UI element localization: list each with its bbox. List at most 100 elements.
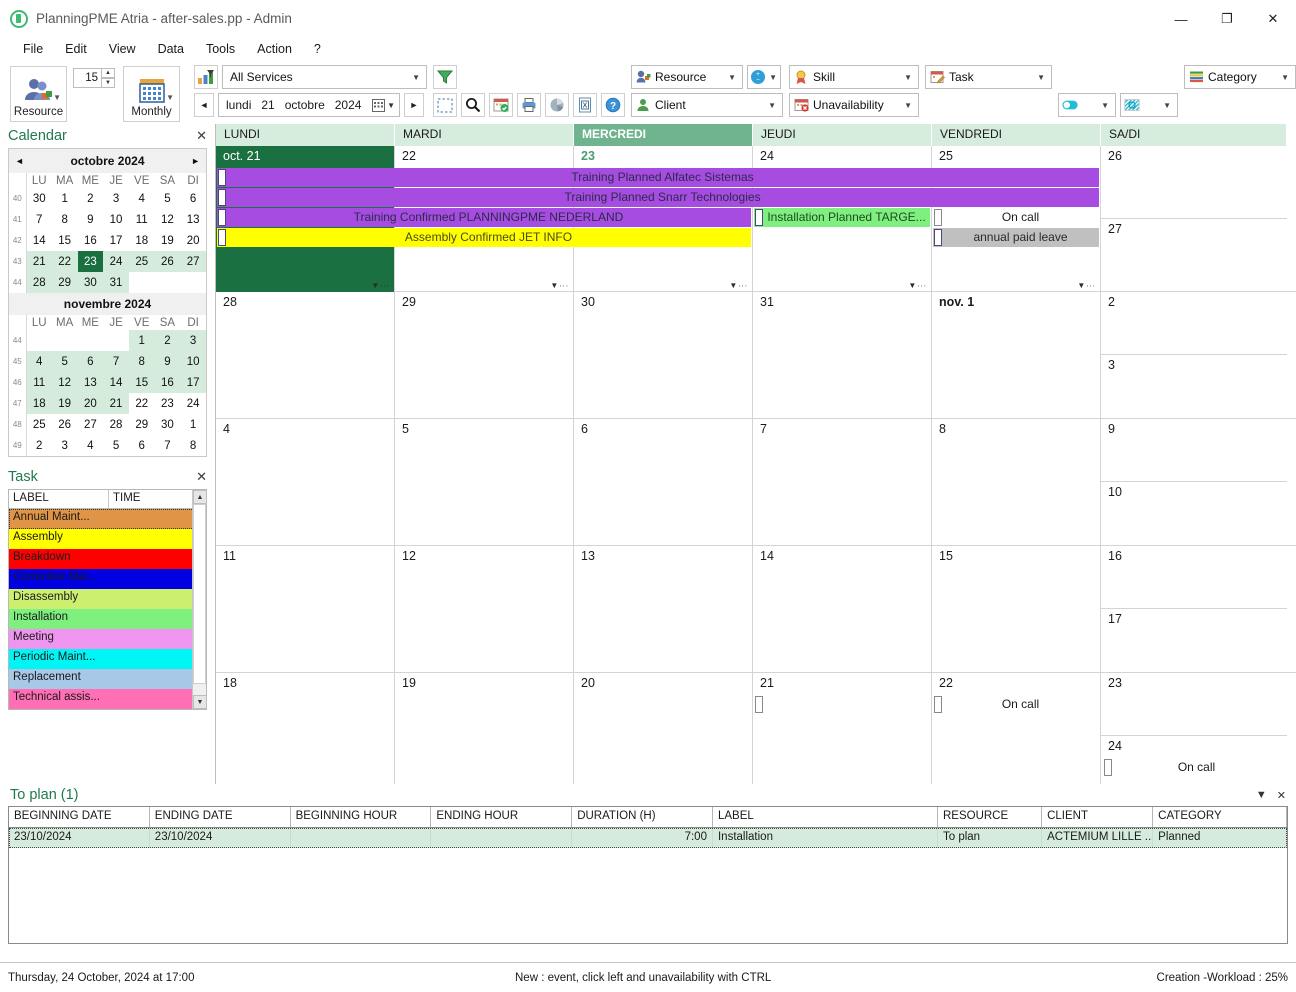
menu-help[interactable]: ? (303, 40, 332, 58)
calendar-day-cell[interactable]: nov. 1 (932, 292, 1101, 419)
mini-calendar-grid-november[interactable]: LUMAMEJEVESADI 4412345456789104611121314… (9, 315, 206, 456)
event-resize-handle[interactable] (755, 209, 763, 226)
mini-cal-day[interactable]: 21 (103, 393, 129, 414)
calendar-day-cell[interactable]: 29 (395, 292, 574, 419)
weekend-subcell[interactable]: 10 (1101, 482, 1287, 545)
close-icon[interactable]: ✕ (1277, 789, 1286, 802)
mini-cal-day[interactable]: 4 (26, 351, 52, 372)
chevron-down-icon[interactable]: ▼ (53, 93, 61, 102)
mini-cal-day[interactable]: 26 (155, 251, 181, 272)
event-resize-handle[interactable] (218, 209, 226, 226)
weekend-subcell[interactable]: 9 (1101, 419, 1287, 482)
day-header-lundi[interactable]: LUNDI (216, 124, 395, 146)
mini-cal-day[interactable]: 1 (180, 414, 206, 435)
task-list-item[interactable]: Breakdown (9, 549, 206, 569)
more-events-cue[interactable]: ▼∙∙∙ (550, 281, 569, 290)
menu-file[interactable]: File (12, 40, 54, 58)
mini-cal-day[interactable]: 30 (26, 188, 52, 209)
mini-cal-day[interactable]: 10 (180, 351, 206, 372)
to-plan-row[interactable]: 23/10/202423/10/20247:00InstallationTo p… (9, 828, 1287, 848)
mini-cal-day[interactable]: 6 (129, 435, 155, 456)
calendar-check-icon[interactable] (489, 93, 513, 117)
calendar-day-cell[interactable]: 22 (932, 673, 1101, 800)
mini-cal-day[interactable]: 12 (155, 209, 181, 230)
mini-cal-day[interactable]: 1 (52, 188, 78, 209)
mini-cal-day[interactable]: 5 (103, 435, 129, 456)
calendar-day-cell[interactable]: 28 (216, 292, 395, 419)
calendar-day-cell[interactable]: 21 (753, 673, 932, 800)
unavailability-combo[interactable]: Unavailability ▼ (789, 93, 919, 117)
task-list-item[interactable]: Corrective Mai... (9, 569, 206, 589)
mini-cal-day[interactable]: 16 (155, 372, 181, 393)
chevron-down-icon[interactable]: ▼ (904, 73, 915, 82)
more-events-cue[interactable]: ▼∙∙∙ (371, 281, 390, 290)
to-plan-column-header[interactable]: CLIENT (1042, 807, 1153, 827)
chevron-down-icon[interactable]: ▼ (769, 73, 778, 82)
task-list-item[interactable]: Installation (9, 609, 206, 629)
calendar-event[interactable]: On call (933, 695, 1099, 714)
mini-cal-day[interactable]: 29 (129, 414, 155, 435)
chevron-down-icon[interactable]: ▼ (728, 73, 739, 82)
event-resize-handle[interactable] (934, 229, 942, 246)
mini-cal-day[interactable]: 31 (103, 272, 129, 293)
calendar-event[interactable]: Assembly Confirmed JET INFO (217, 228, 751, 247)
chevron-down-icon[interactable]: ▼ (387, 101, 395, 110)
mini-cal-day[interactable]: 20 (180, 230, 206, 251)
day-header-mercredi[interactable]: MERCREDI (574, 124, 753, 146)
mini-cal-day[interactable]: 9 (78, 209, 104, 230)
more-events-cue[interactable]: ▼∙∙∙ (908, 281, 927, 290)
to-plan-column-header[interactable]: DURATION (H) (572, 807, 713, 827)
close-icon[interactable]: ✕ (196, 469, 207, 485)
weekend-subcell[interactable]: 26 (1101, 146, 1287, 219)
mini-cal-day[interactable] (78, 330, 104, 351)
to-plan-column-header[interactable]: BEGINNING HOUR (291, 807, 432, 827)
mini-cal-day[interactable]: 18 (26, 393, 52, 414)
calendar-day-cell[interactable]: 4 (216, 419, 395, 546)
toggle-combo[interactable]: ▼ (1058, 93, 1116, 117)
weekend-cell[interactable]: 2627 (1101, 146, 1287, 292)
mini-cal-day[interactable]: 26 (52, 414, 78, 435)
mini-cal-day[interactable]: 9 (155, 351, 181, 372)
task-list-item[interactable]: Replacement (9, 669, 206, 689)
mini-cal-day[interactable]: 19 (155, 230, 181, 251)
monthly-view-button[interactable]: Monthly ▼ (123, 66, 180, 122)
mini-cal-day[interactable]: 15 (129, 372, 155, 393)
event-resize-handle[interactable] (934, 209, 942, 226)
mini-cal-day[interactable]: 22 (129, 393, 155, 414)
event-resize-handle[interactable] (1104, 759, 1112, 776)
calendar-day-cell[interactable]: 20 (574, 673, 753, 800)
next-month-button[interactable]: ► (191, 156, 200, 166)
mini-cal-day[interactable]: 28 (103, 414, 129, 435)
mini-cal-day[interactable]: 3 (180, 330, 206, 351)
category-combo[interactable]: Category ▼ (1184, 65, 1296, 89)
task-list-item[interactable]: Meeting (9, 629, 206, 649)
mini-cal-day[interactable]: 11 (129, 209, 155, 230)
day-header-jeudi[interactable]: JEUDI (753, 124, 932, 146)
to-plan-column-header[interactable]: LABEL (713, 807, 938, 827)
calendar-picker-icon[interactable] (372, 99, 385, 112)
mini-cal-day[interactable] (155, 272, 181, 293)
mini-cal-day[interactable] (129, 272, 155, 293)
mini-cal-day[interactable]: 4 (78, 435, 104, 456)
to-plan-column-header[interactable]: BEGINNING DATE (9, 807, 150, 827)
select-area-icon[interactable] (433, 93, 457, 117)
chevron-down-icon[interactable]: ▼ (904, 101, 915, 110)
calendar-event[interactable]: Installation Planned TARGE... (754, 208, 930, 227)
funnel-filter-icon[interactable] (433, 65, 457, 89)
chevron-down-icon[interactable]: ▼ (1101, 101, 1112, 110)
menu-view[interactable]: View (98, 40, 147, 58)
event-resize-handle[interactable] (934, 696, 942, 713)
weekend-cell[interactable]: 2324On call (1101, 673, 1287, 800)
day-header-vendredi[interactable]: VENDREDI (932, 124, 1101, 146)
mini-cal-day[interactable]: 30 (78, 272, 104, 293)
stepper-up-icon[interactable]: ▲ (101, 68, 115, 78)
weekend-subcell[interactable]: 23 (1101, 673, 1287, 736)
mini-cal-day[interactable]: 1 (129, 330, 155, 351)
event-resize-handle[interactable] (755, 696, 763, 713)
mini-cal-day[interactable]: 16 (78, 230, 104, 251)
calendar-day-cell[interactable]: 7 (753, 419, 932, 546)
mini-cal-day[interactable]: 15 (52, 230, 78, 251)
print-icon[interactable] (517, 93, 541, 117)
search-icon[interactable] (461, 93, 485, 117)
mini-cal-day[interactable]: 27 (78, 414, 104, 435)
